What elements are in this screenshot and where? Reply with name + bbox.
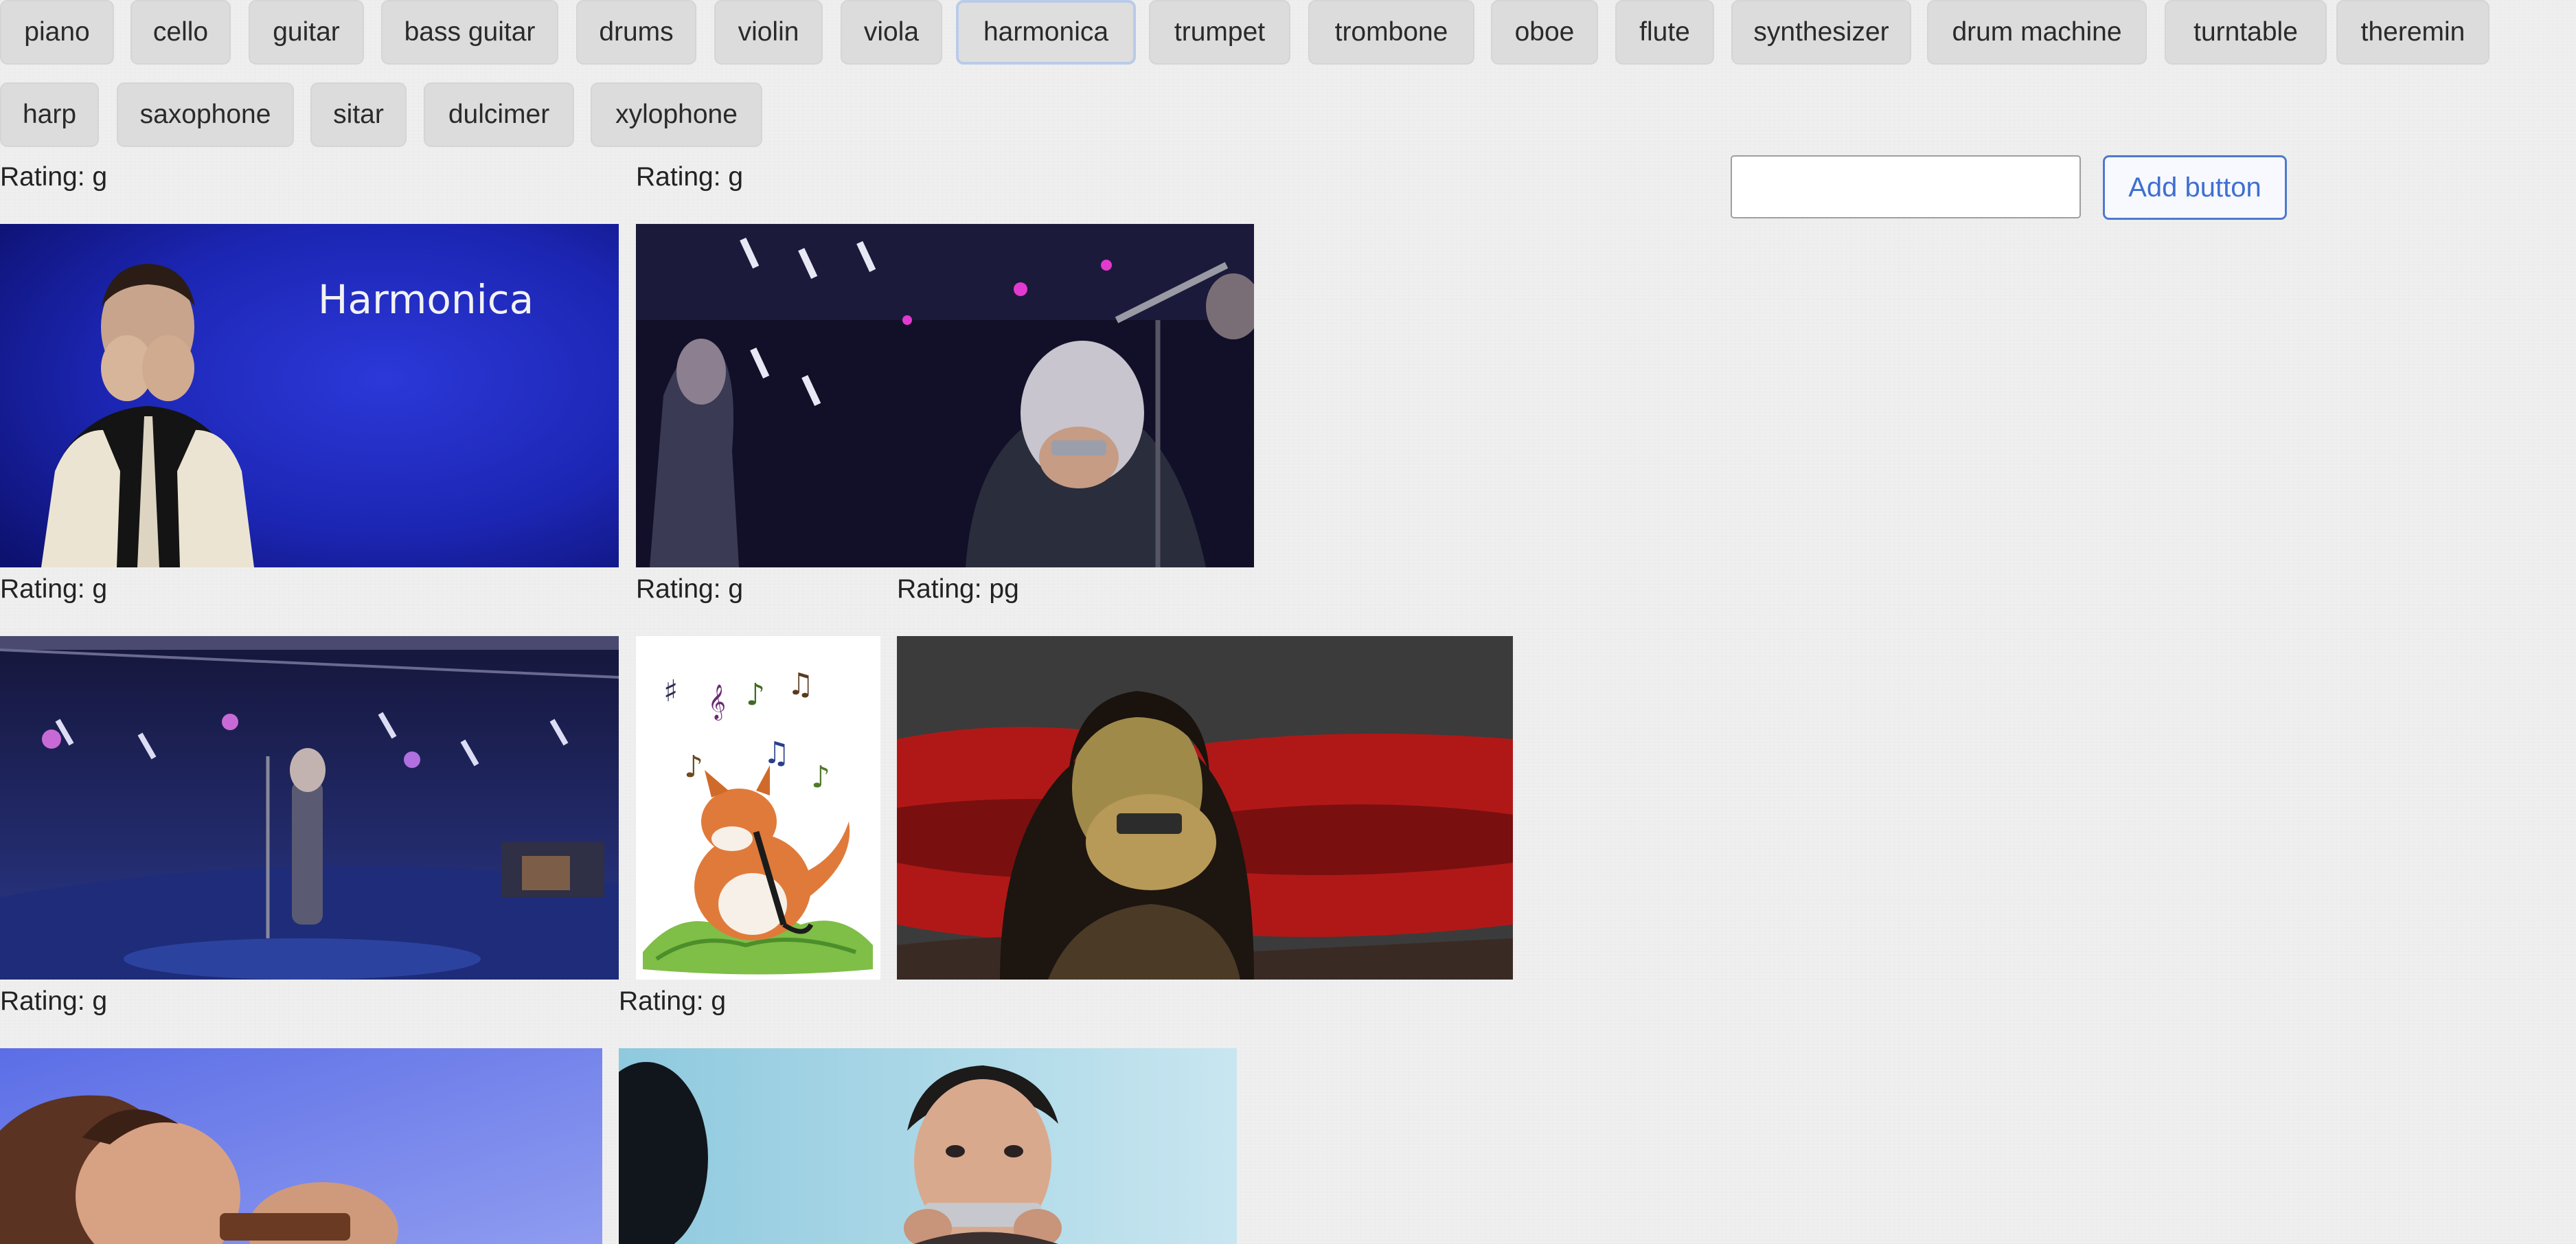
gif-concert-harmonica xyxy=(636,224,1254,567)
instrument-button-guitar[interactable]: guitar xyxy=(249,0,364,65)
gif-overlay-text: Harmonica xyxy=(318,276,534,323)
svg-text:♫: ♫ xyxy=(787,667,814,702)
instrument-button-dulcimer[interactable]: dulcimer xyxy=(424,82,574,147)
svg-text:♪: ♪ xyxy=(811,760,830,795)
instrument-button-synthesizer[interactable]: synthesizer xyxy=(1731,0,1911,65)
gif-rating: Rating: g xyxy=(636,162,744,192)
instrument-button-cello[interactable]: cello xyxy=(130,0,231,65)
gif-image[interactable] xyxy=(0,1048,602,1244)
instrument-button-bass-guitar[interactable]: bass guitar xyxy=(381,0,558,65)
gif-rating: Rating: pg xyxy=(897,574,1019,604)
gif-image[interactable] xyxy=(619,1048,1237,1244)
gif-image[interactable] xyxy=(636,224,1254,567)
instrument-button-xylophone[interactable]: xylophone xyxy=(591,82,762,147)
svg-text:♯: ♯ xyxy=(663,674,678,709)
gif-harmonica-red-landscape xyxy=(897,636,1513,980)
svg-text:♪: ♪ xyxy=(746,677,765,712)
add-button[interactable]: Add button xyxy=(2103,155,2287,220)
instrument-button-turntable[interactable]: turntable xyxy=(2165,0,2327,65)
gif-image[interactable] xyxy=(0,636,619,980)
instrument-button-harp[interactable]: harp xyxy=(0,82,99,147)
instrument-button-flute[interactable]: flute xyxy=(1615,0,1714,65)
instrument-button-trumpet[interactable]: trumpet xyxy=(1149,0,1290,65)
gif-stage-performance xyxy=(0,636,619,980)
gif-rating: Rating: g xyxy=(636,574,744,604)
instrument-button-trombone[interactable]: trombone xyxy=(1308,0,1474,65)
svg-text:𝄞: 𝄞 xyxy=(708,684,726,721)
gif-image[interactable]: ♯ 𝄞 ♪ ♫ ♪ ♫ ♪ xyxy=(636,636,880,980)
new-button-input[interactable] xyxy=(1731,155,2081,218)
gif-image[interactable]: Harmonica xyxy=(0,224,619,567)
gif-older-man-harmonica xyxy=(619,1048,1237,1244)
instrument-button-oboe[interactable]: oboe xyxy=(1491,0,1598,65)
instrument-button-saxophone[interactable]: saxophone xyxy=(117,82,294,147)
svg-text:♫: ♫ xyxy=(763,736,790,771)
instrument-button-sitar[interactable]: sitar xyxy=(310,82,407,147)
gif-harmonica-sign-language: Harmonica xyxy=(0,224,619,567)
instrument-button-piano[interactable]: piano xyxy=(0,0,114,65)
gif-image[interactable] xyxy=(897,636,1513,980)
instrument-button-drums[interactable]: drums xyxy=(576,0,696,65)
instrument-button-theremin[interactable]: theremin xyxy=(2336,0,2489,65)
gif-rating: Rating: g xyxy=(0,574,108,604)
instrument-button-harmonica[interactable]: harmonica xyxy=(956,0,1136,65)
svg-text:♪: ♪ xyxy=(684,749,703,784)
gif-cartoon-fox: ♯ 𝄞 ♪ ♫ ♪ ♫ ♪ xyxy=(636,636,880,980)
gif-rating: Rating: g xyxy=(619,986,727,1016)
gif-rating: Rating: g xyxy=(0,162,108,192)
instrument-button-drum-machine[interactable]: drum machine xyxy=(1927,0,2147,65)
instrument-button-violin[interactable]: violin xyxy=(714,0,823,65)
instrument-button-viola[interactable]: viola xyxy=(841,0,942,65)
gif-man-playing-harmonica-sky xyxy=(0,1048,602,1244)
gif-rating: Rating: g xyxy=(0,986,108,1016)
